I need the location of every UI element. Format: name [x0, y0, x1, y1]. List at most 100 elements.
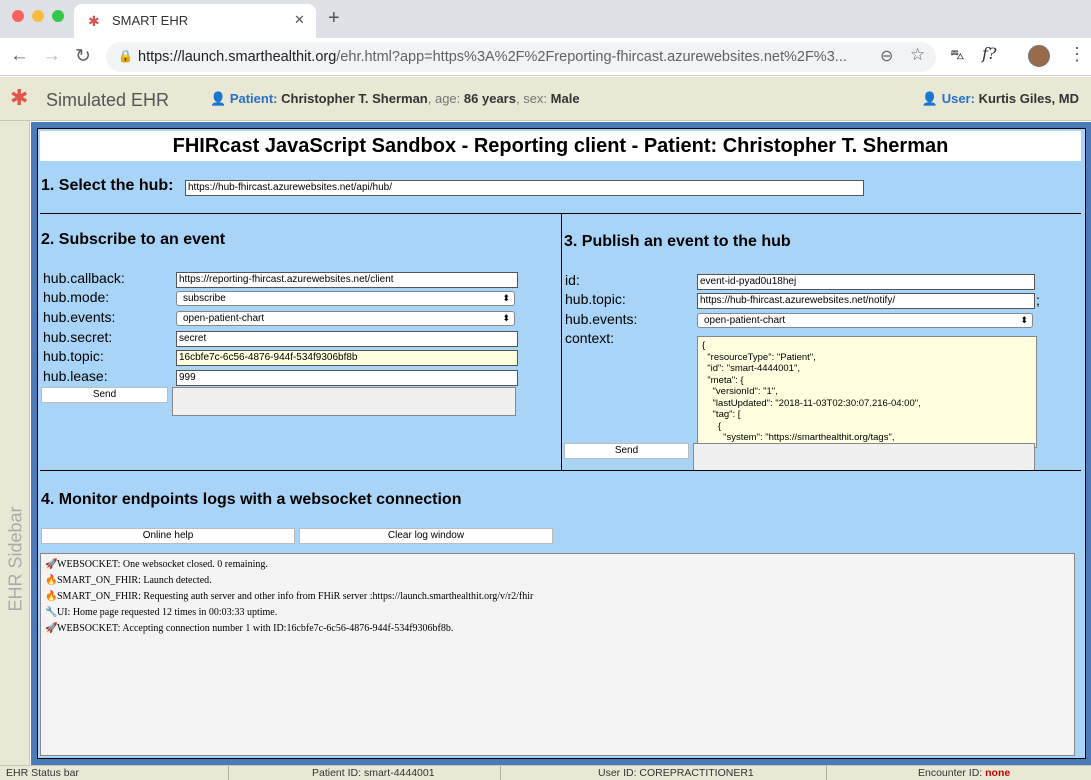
log-line: 🔥SMART_ON_FHIR: Requesting auth server a…: [45, 589, 1070, 605]
url-path: /ehr.html?app=https%3A%2F%2Freporting-fh…: [336, 49, 847, 65]
divider: [40, 470, 1081, 471]
divider: [826, 766, 827, 780]
topic-label: hub.topic:: [43, 348, 104, 364]
chevron-updown-icon: ⬍: [502, 313, 510, 323]
address-bar[interactable]: 🔒 https://launch.smarthealthit.org/ehr.h…: [106, 42, 936, 72]
log-text: SMART_ON_FHIR: Launch detected.: [57, 575, 212, 586]
reload-icon[interactable]: ↻: [75, 45, 91, 68]
url-text: https://launch.smarthealthit.org/ehr.htm…: [138, 49, 858, 65]
log-line: 🚀WEBSOCKET: One websocket closed. 0 rema…: [45, 557, 1070, 573]
online-help-button[interactable]: Online help: [41, 528, 295, 544]
log-line: 🔧UI: Home page requested 12 times in 00:…: [45, 605, 1070, 621]
clear-log-button[interactable]: Clear log window: [299, 528, 553, 544]
callback-input[interactable]: https://reporting-fhircast.azurewebsites…: [176, 272, 518, 288]
fire-icon: 🔥: [45, 575, 58, 586]
sex-label: , sex:: [515, 91, 548, 106]
bookmark-star-icon[interactable]: ☆: [910, 45, 925, 65]
patient-id: Patient ID: smart-4444001: [312, 767, 435, 779]
extension-icon[interactable]: ⛍: [950, 46, 964, 65]
maximize-window-button[interactable]: [52, 10, 64, 22]
log-text: SMART_ON_FHIR: Requesting auth server an…: [57, 591, 534, 602]
browser-toolbar: ← → ↻ 🔒 https://launch.smarthealthit.org…: [0, 38, 1091, 76]
mode-select[interactable]: subscribe ⬍: [176, 291, 515, 306]
age-label: , age:: [427, 91, 461, 106]
secret-input[interactable]: secret: [176, 331, 518, 347]
url-host: https://launch.smarthealthit.org: [138, 49, 337, 65]
publish-heading: 3. Publish an event to the hub: [564, 233, 791, 250]
age-value: 86 years: [463, 91, 516, 106]
subscribe-response-textarea[interactable]: [172, 387, 516, 416]
publish-topic-input[interactable]: https://hub-fhircast.azurewebsites.net/n…: [697, 293, 1035, 309]
divider: [561, 213, 562, 470]
topic-input[interactable]: 16cbfe7c-6c56-4876-944f-534f9306bf8b: [176, 350, 518, 366]
browser-tab[interactable]: ✱ SMART EHR ✕: [74, 4, 316, 38]
mode-label: hub.mode:: [43, 289, 110, 305]
ehr-title: Simulated EHR: [46, 90, 170, 110]
user-id: User ID: COREPRACTITIONER1: [598, 767, 754, 779]
publish-events-select[interactable]: open-patient-chart ⬍: [697, 313, 1033, 328]
divider: [500, 766, 501, 780]
event-id-input[interactable]: event-id-pyad0u18hej: [697, 274, 1035, 290]
patient-name: Christopher T. Sherman: [281, 91, 428, 106]
hub-url-input[interactable]: https://hub-fhircast.azurewebsites.net/a…: [185, 180, 864, 196]
formula-extension-icon[interactable]: f?: [982, 44, 997, 63]
forward-icon[interactable]: →: [42, 45, 61, 67]
smart-logo-icon: ✱: [88, 13, 100, 29]
rocket-icon: 🚀: [45, 559, 58, 570]
lease-input[interactable]: 999: [176, 370, 518, 386]
menu-icon[interactable]: ⋮: [1068, 44, 1086, 65]
profile-avatar[interactable]: [1028, 45, 1050, 67]
app-panel: FHIRcast JavaScript Sandbox - Reporting …: [37, 128, 1086, 759]
person-icon: 👤: [210, 91, 227, 106]
rocket-icon: 🚀: [45, 623, 58, 634]
user-info: 👤 User: Kurtis Giles, MD: [922, 91, 1079, 107]
user-label: User:: [941, 91, 975, 106]
ehr-header: ✱ Simulated EHR 👤 Patient: Christopher T…: [0, 77, 1091, 121]
log-window[interactable]: 🚀WEBSOCKET: One websocket closed. 0 rema…: [40, 553, 1075, 756]
close-icon[interactable]: ✕: [294, 12, 305, 28]
new-tab-button[interactable]: +: [328, 7, 340, 30]
publish-events-value: open-patient-chart: [704, 315, 786, 326]
wrench-icon: 🔧: [45, 607, 58, 618]
tab-title: SMART EHR: [112, 13, 189, 28]
sidebar-label: EHR Sidebar: [5, 506, 26, 612]
publish-events-label: hub.events:: [565, 311, 638, 327]
id-label: id:: [565, 272, 580, 288]
status-bar-label: EHR Status bar: [6, 767, 79, 779]
encounter-value: none: [985, 767, 1011, 779]
lock-icon: 🔒: [118, 49, 133, 63]
hub-heading: 1. Select the hub:: [41, 177, 174, 194]
publish-send-button[interactable]: Send: [564, 443, 689, 459]
events-select[interactable]: open-patient-chart ⬍: [176, 311, 515, 326]
log-text: WEBSOCKET: Accepting connection number 1…: [57, 623, 454, 634]
context-textarea[interactable]: { "resourceType": "Patient", "id": "smar…: [697, 336, 1037, 448]
events-value: open-patient-chart: [183, 313, 265, 324]
publish-response-textarea[interactable]: [693, 443, 1035, 471]
log-line: 🔥SMART_ON_FHIR: Launch detected.: [45, 573, 1070, 589]
monitor-heading: 4. Monitor endpoints logs with a websock…: [41, 491, 462, 508]
topic-suffix: ;: [1036, 292, 1040, 308]
publish-topic-label: hub.topic:: [565, 291, 626, 307]
back-icon[interactable]: ←: [10, 45, 29, 67]
close-window-button[interactable]: [12, 10, 24, 22]
minimize-window-button[interactable]: [32, 10, 44, 22]
lease-label: hub.lease:: [43, 368, 108, 384]
mode-value: subscribe: [183, 293, 226, 304]
fire-icon: 🔥: [45, 591, 58, 602]
app-frame: FHIRcast JavaScript Sandbox - Reporting …: [31, 122, 1091, 765]
context-label: context:: [565, 330, 615, 346]
user-name: Kurtis Giles, MD: [978, 91, 1079, 106]
zoom-icon[interactable]: ⊖: [880, 46, 893, 66]
chevron-updown-icon: ⬍: [1020, 315, 1028, 325]
secret-label: hub.secret:: [43, 329, 113, 345]
ehr-status-bar: EHR Status bar Patient ID: smart-4444001…: [0, 765, 1091, 780]
browser-tab-bar: ✱ SMART EHR ✕ +: [0, 0, 1091, 38]
smart-logo-icon: ✱: [10, 85, 29, 110]
log-text: UI: Home page requested 12 times in 00:0…: [57, 607, 278, 618]
ehr-sidebar: EHR Sidebar: [0, 121, 30, 765]
page-title: FHIRcast JavaScript Sandbox - Reporting …: [40, 131, 1081, 161]
subscribe-send-button[interactable]: Send: [41, 387, 168, 403]
patient-label: Patient:: [229, 91, 278, 106]
encounter-id: Encounter ID: none: [918, 767, 1010, 779]
sex-value: Male: [550, 91, 580, 106]
